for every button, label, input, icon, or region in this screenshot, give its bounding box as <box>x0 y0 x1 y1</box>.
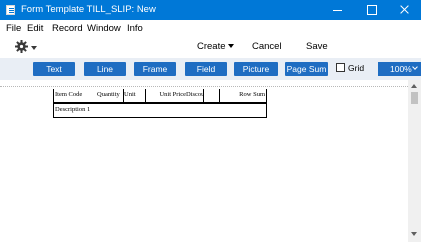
menu-info[interactable]: Info <box>127 23 143 34</box>
create-label: Create <box>197 41 226 52</box>
description-band[interactable]: Description 1 <box>53 103 267 118</box>
header-quantity[interactable]: Quantity <box>97 89 124 102</box>
menu-file[interactable]: File <box>6 23 21 34</box>
toolbar: Create Cancel Save <box>0 36 421 58</box>
close-icon[interactable] <box>388 0 421 20</box>
maximize-icon[interactable] <box>355 0 387 20</box>
page-sum-button[interactable]: Page Sum <box>285 62 328 76</box>
save-button[interactable]: Save <box>306 41 328 52</box>
grid-label: Grid <box>348 63 365 73</box>
minimize-icon[interactable] <box>322 0 354 20</box>
ribbon-toolbar: Text Line Frame Field Picture Page Sum G… <box>0 58 421 80</box>
field-button[interactable]: Field <box>185 62 227 76</box>
picture-button[interactable]: Picture <box>234 62 278 76</box>
scroll-down-icon[interactable] <box>411 232 417 236</box>
header-band[interactable]: Item Code Quantity Unit Unit Price Disco… <box>53 89 267 103</box>
scroll-thumb[interactable] <box>411 92 418 104</box>
scroll-up-icon[interactable] <box>411 84 417 88</box>
header-empty-column[interactable] <box>204 89 219 102</box>
ruler <box>0 81 408 87</box>
zoom-value: 100% <box>390 64 412 74</box>
title-bar: Form Template TILL_SLIP: New <box>0 0 421 20</box>
line-button[interactable]: Line <box>84 62 126 76</box>
vertical-scrollbar[interactable] <box>408 80 421 242</box>
description-field[interactable]: Description 1 <box>55 105 90 114</box>
window-icon <box>6 5 15 15</box>
header-unit-price[interactable]: Unit Price <box>146 89 186 102</box>
gear-icon[interactable] <box>15 40 28 53</box>
cancel-button[interactable]: Cancel <box>252 41 282 52</box>
menu-bar: File Edit Record Window Info <box>0 20 421 36</box>
header-row-sum[interactable]: Row Sum <box>220 89 265 102</box>
menu-window[interactable]: Window <box>87 23 121 34</box>
window-title: Form Template TILL_SLIP: New <box>21 4 156 15</box>
form-design-area[interactable]: Item Code Quantity Unit Unit Price Disco… <box>0 80 408 242</box>
grid-checkbox[interactable] <box>336 63 345 72</box>
menu-edit[interactable]: Edit <box>27 23 43 34</box>
header-discount[interactable]: Discou <box>186 89 203 102</box>
create-dropdown-icon <box>227 44 234 48</box>
create-button[interactable]: Create <box>197 41 234 52</box>
chevron-down-icon <box>412 64 418 70</box>
frame-button[interactable]: Frame <box>134 62 176 76</box>
header-item-code[interactable]: Item Code <box>55 89 97 102</box>
chevron-down-icon[interactable] <box>31 46 37 50</box>
zoom-select[interactable]: 100% <box>378 62 421 76</box>
header-unit[interactable]: Unit <box>124 89 145 102</box>
menu-record[interactable]: Record <box>52 23 83 34</box>
text-button[interactable]: Text <box>33 62 75 76</box>
